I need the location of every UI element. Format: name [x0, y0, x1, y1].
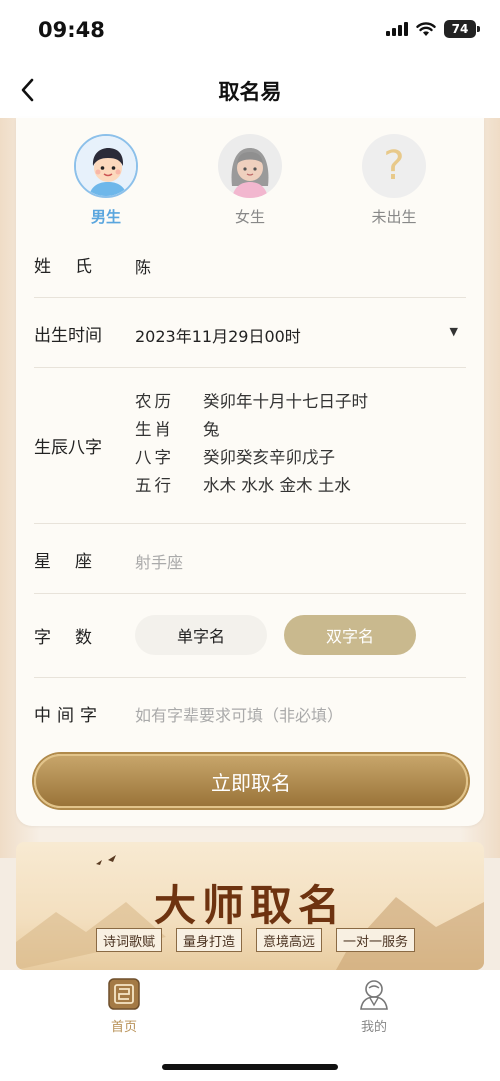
gender-option-unborn[interactable]: ? 未出生 [354, 134, 434, 227]
tab-home-label: 首页 [110, 1020, 137, 1035]
surname-label: 姓氏 [34, 257, 116, 277]
bazi-label: 生辰八字 [34, 438, 102, 458]
bazi-row: 生辰八字 农历 癸卯年十月十七日子时 生肖 兔 八字 癸卯癸亥辛卯戊子 五行 水… [34, 368, 466, 524]
surname-field[interactable]: 陈 [135, 254, 151, 278]
gender-label-male: 男生 [90, 208, 121, 226]
banner-tag: 一对一服务 [336, 928, 416, 952]
girl-avatar-icon [218, 134, 282, 198]
double-char-name-button[interactable]: 双字名 [284, 615, 416, 655]
middle-char-input[interactable]: 如有字辈要求可填（非必填） [135, 702, 343, 726]
surname-row[interactable]: 姓氏 陈 [34, 230, 466, 298]
wifi-icon [416, 21, 436, 36]
gender-label-unborn: 未出生 [371, 208, 417, 226]
banner-tag: 诗词歌赋 [96, 928, 163, 952]
home-seal-icon [108, 978, 140, 1010]
middle-char-label: 中间字 [34, 706, 103, 726]
bazi-key: 五行 [135, 476, 174, 495]
name-length-row: 字数 单字名 双字名 [34, 594, 466, 678]
bazi-value: 水木 水水 金木 土水 [203, 476, 351, 495]
bazi-details: 农历 癸卯年十月十七日子时 生肖 兔 八字 癸卯癸亥辛卯戊子 五行 水木 水水 … [135, 386, 368, 498]
gender-option-male[interactable]: 男生 [66, 134, 146, 227]
dropdown-caret-icon[interactable]: ▼ [450, 325, 458, 338]
bazi-line-zodiac-animal: 生肖 兔 [135, 414, 368, 442]
gender-option-female[interactable]: 女生 [210, 134, 290, 227]
master-naming-banner[interactable]: 大师取名 诗词歌赋 量身打造 意境高远 一对一服务 [16, 842, 484, 970]
status-icons: 74 [386, 20, 480, 38]
birth-time-value[interactable]: 2023年11月29日00时 [135, 323, 301, 347]
tab-mine[interactable]: 我的 [334, 978, 414, 1035]
bazi-key: 八字 [135, 448, 174, 467]
zodiac-row: 星座 射手座 [34, 524, 466, 594]
question-mark-icon: ? [383, 143, 405, 189]
banner-tag: 意境高远 [256, 928, 323, 952]
gender-label-female: 女生 [234, 208, 265, 226]
nav-bar: 取名易 [0, 62, 500, 118]
tab-home[interactable]: 首页 [84, 978, 164, 1035]
bazi-key: 生肖 [135, 420, 174, 439]
bazi-key: 农历 [135, 392, 174, 411]
bazi-line-five-elements: 五行 水木 水水 金木 土水 [135, 470, 368, 498]
banner-tag: 量身打造 [176, 928, 243, 952]
zodiac-value: 射手座 [135, 553, 184, 572]
bazi-value: 癸卯癸亥辛卯戊子 [203, 448, 335, 467]
bazi-line-eight-chars: 八字 癸卯癸亥辛卯戊子 [135, 442, 368, 470]
boy-avatar-icon [74, 134, 138, 198]
bazi-line-lunar: 农历 癸卯年十月十七日子时 [135, 386, 368, 414]
home-indicator [162, 1064, 338, 1070]
status-bar: 09:48 74 [0, 0, 500, 62]
banner-title: 大师取名 [153, 881, 346, 930]
submit-naming-button[interactable]: 立即取名 [34, 754, 468, 808]
signal-icon [386, 22, 408, 36]
name-length-label: 字数 [34, 628, 116, 648]
user-profile-icon [358, 978, 390, 1010]
middle-char-row[interactable]: 中间字 如有字辈要求可填（非必填） [34, 678, 466, 744]
tab-mine-label: 我的 [360, 1020, 387, 1035]
single-char-name-button[interactable]: 单字名 [135, 615, 267, 655]
status-time: 09:48 [38, 18, 105, 42]
battery-icon: 74 [444, 20, 480, 38]
zodiac-label: 星座 [34, 552, 116, 572]
page-title: 取名易 [218, 80, 282, 104]
birth-time-label: 出生时间 [34, 326, 102, 346]
question-avatar-icon: ? [362, 134, 426, 198]
bazi-value: 兔 [203, 420, 220, 439]
birth-time-row[interactable]: 出生时间 2023年11月29日00时 ▼ [34, 298, 466, 368]
bazi-value: 癸卯年十月十七日子时 [203, 392, 368, 411]
